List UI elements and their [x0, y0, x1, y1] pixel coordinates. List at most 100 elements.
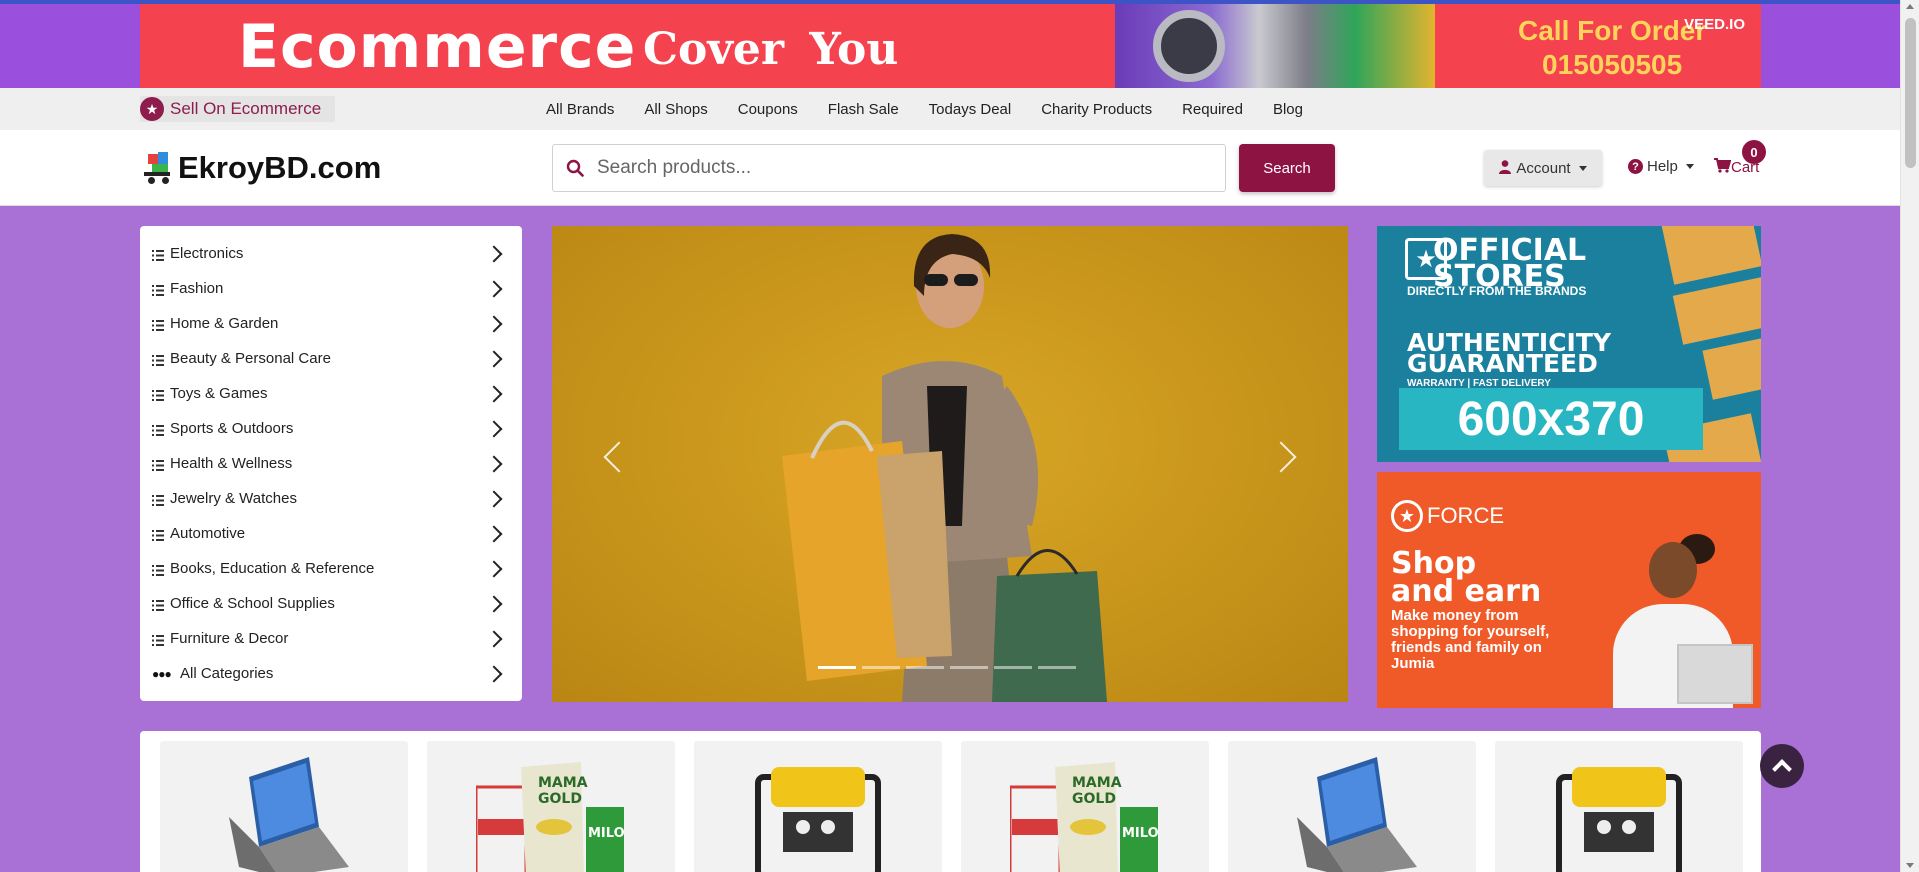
search-box: [552, 144, 1226, 192]
chevron-right-icon: [485, 455, 503, 472]
chevron-right-icon: [485, 280, 503, 297]
list-icon: [152, 598, 164, 611]
banner-call-line1: Call For Order: [1518, 15, 1707, 46]
category-item-toys-games[interactable]: Toys & Games: [140, 376, 522, 411]
ad1-size-placeholder: 600x370: [1399, 388, 1703, 450]
vertical-scrollbar[interactable]: [1900, 0, 1919, 872]
noodles-pack-image: MAMA GOLD MILO: [1010, 762, 1159, 872]
category-label: Office & School Supplies: [170, 595, 335, 612]
nav-link-required[interactable]: Required: [1182, 101, 1243, 118]
ad2-headline: Shop and earn: [1391, 549, 1541, 607]
account-dropdown[interactable]: Account: [1484, 150, 1602, 186]
carousel-indicator[interactable]: [818, 666, 856, 669]
nav-link-todays-deal[interactable]: Todays Deal: [929, 101, 1012, 118]
carousel-indicator[interactable]: [1038, 666, 1076, 669]
star-icon: ★: [1391, 500, 1423, 532]
logo-text: EkroyBD.com: [178, 150, 382, 185]
chevron-right-icon: [485, 665, 503, 682]
banner-title: Ecommerce: [238, 12, 637, 82]
noodles-pack-image: MAMA GOLD MILO: [476, 762, 625, 872]
nav-link-charity-products[interactable]: Charity Products: [1041, 101, 1152, 118]
site-logo[interactable]: EkroyBD.com: [140, 150, 381, 186]
svg-text:MILO: MILO: [588, 826, 625, 841]
product-card[interactable]: [694, 741, 942, 872]
chevron-right-icon: [485, 560, 503, 577]
scroll-up-arrow-icon[interactable]: [1906, 4, 1914, 9]
user-icon: [1499, 159, 1512, 177]
ad2-brand-label: FORCE: [1427, 503, 1504, 528]
sell-on-ecommerce-link[interactable]: ★ Sell On Ecommerce: [140, 96, 336, 122]
banner-product-image: [1115, 4, 1435, 88]
carousel-indicator[interactable]: [862, 666, 900, 669]
cart-count-badge: 0: [1742, 140, 1766, 164]
category-item-fashion[interactable]: Fashion: [140, 271, 522, 306]
carousel-indicator[interactable]: [906, 666, 944, 669]
nav-links: All Brands All Shops Coupons Flash Sale …: [546, 88, 1333, 130]
search-input[interactable]: [597, 157, 1197, 179]
star-icon: ★: [140, 97, 164, 121]
scroll-down-arrow-icon[interactable]: [1906, 863, 1914, 868]
category-label: Toys & Games: [170, 385, 268, 402]
category-item-beauty[interactable]: Beauty & Personal Care: [140, 341, 522, 376]
official-stores-ad[interactable]: ★ OFFICIAL STORES DIRECTLY FROM THE BRAN…: [1377, 226, 1761, 462]
generator-image: [755, 767, 881, 872]
category-label: All Categories: [180, 665, 274, 682]
nav-link-blog[interactable]: Blog: [1273, 101, 1303, 118]
category-label: Home & Garden: [170, 315, 279, 332]
nav-link-all-shops[interactable]: All Shops: [644, 101, 707, 118]
category-label: Beauty & Personal Care: [170, 350, 331, 367]
sell-link-label: Sell On Ecommerce: [170, 99, 322, 118]
carousel-indicator[interactable]: [994, 666, 1032, 669]
category-item-sports[interactable]: Sports & Outdoors: [140, 411, 522, 446]
back-to-top-button[interactable]: [1760, 744, 1804, 788]
product-card[interactable]: [160, 741, 408, 872]
category-item-home-garden[interactable]: Home & Garden: [140, 306, 522, 341]
washing-machine-image: [1153, 10, 1225, 82]
category-item-automotive[interactable]: Automotive: [140, 516, 522, 551]
svg-text:GOLD: GOLD: [538, 791, 582, 807]
ad2-brand: ★ FORCE: [1391, 500, 1504, 532]
svg-text:MAMA: MAMA: [1072, 775, 1122, 791]
cart-icon: [1714, 158, 1732, 177]
product-card[interactable]: [1228, 741, 1476, 872]
carousel-indicator[interactable]: [950, 666, 988, 669]
cart-link[interactable]: Cart 0: [1714, 140, 1766, 177]
hero-carousel[interactable]: [552, 226, 1348, 702]
banner-call-text: Call For Order 015050505: [1518, 14, 1706, 82]
category-label: Fashion: [170, 280, 224, 297]
category-item-health[interactable]: Health & Wellness: [140, 446, 522, 481]
product-card[interactable]: MAMA GOLD MILO: [427, 741, 675, 872]
nav-link-coupons[interactable]: Coupons: [738, 101, 798, 118]
carousel-indicators: [818, 666, 1076, 669]
list-icon: [152, 458, 164, 471]
category-item-furniture[interactable]: Furniture & Decor: [140, 621, 522, 656]
product-card[interactable]: [1495, 741, 1743, 872]
svg-text:GOLD: GOLD: [1072, 791, 1116, 807]
promo-banner[interactable]: Ecommerce Cover You Call For Order 01505…: [140, 4, 1761, 88]
shop-and-earn-ad[interactable]: ★ FORCE Shop and earn Make money from sh…: [1377, 472, 1761, 708]
search-button[interactable]: Search: [1239, 144, 1335, 192]
category-item-books[interactable]: Books, Education & Reference: [140, 551, 522, 586]
category-menu: Electronics Fashion Home & Garden Beauty…: [140, 226, 522, 701]
nav-link-all-brands[interactable]: All Brands: [546, 101, 614, 118]
laptop-image: [229, 757, 349, 872]
generator-image: [1556, 767, 1682, 872]
category-item-electronics[interactable]: Electronics: [140, 236, 522, 271]
category-item-office[interactable]: Office & School Supplies: [140, 586, 522, 621]
help-dropdown[interactable]: ? Help: [1628, 158, 1694, 175]
chevron-right-icon: [485, 245, 503, 262]
account-label: Account: [1516, 159, 1571, 177]
list-icon: [152, 388, 164, 401]
help-label: Help: [1647, 158, 1678, 175]
list-icon: [152, 493, 164, 506]
product-card[interactable]: MAMA GOLD MILO: [961, 741, 1209, 872]
category-label: Electronics: [170, 245, 244, 262]
chevron-right-icon: [485, 630, 503, 647]
category-item-jewelry[interactable]: Jewelry & Watches: [140, 481, 522, 516]
scrollbar-thumb[interactable]: [1905, 18, 1916, 168]
laptop-image: [1297, 757, 1417, 872]
category-item-all[interactable]: ●●● All Categories: [140, 656, 522, 691]
shopping-woman-illustration: [782, 234, 1107, 702]
chevron-right-icon: [485, 350, 503, 367]
nav-link-flash-sale[interactable]: Flash Sale: [828, 101, 899, 118]
